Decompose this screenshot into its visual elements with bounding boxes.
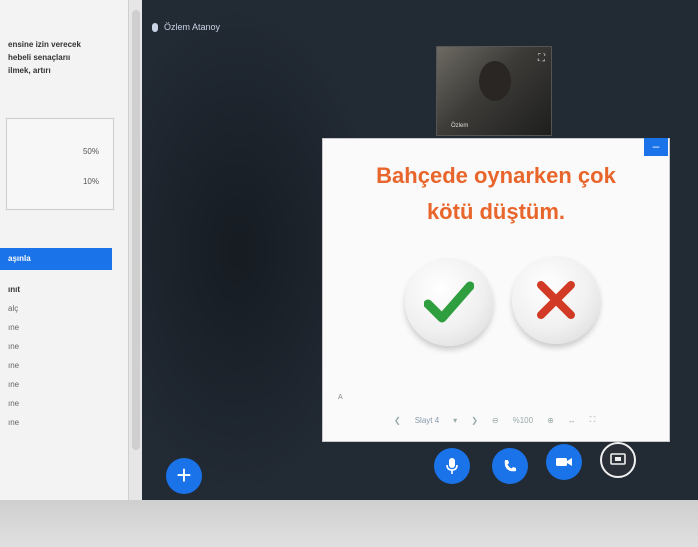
- poll-question-line: hebeli senaçlarıı: [8, 53, 71, 62]
- sidebar-panel: ensine izin verecek hebeli senaçlarıı il…: [0, 0, 129, 500]
- video-camera-icon: [556, 458, 572, 466]
- presenter-label: Özlem Atanoy: [152, 22, 220, 32]
- chevron-down-icon[interactable]: ▾: [453, 416, 457, 425]
- cross-answer-button[interactable]: [512, 256, 600, 344]
- phone-icon: [504, 460, 516, 472]
- slide-sentence-line: Bahçede oynarken çok: [376, 163, 616, 188]
- presenter-name: Özlem Atanoy: [164, 22, 221, 32]
- poll-result-percent: 10%: [82, 177, 99, 186]
- sidebar-item[interactable]: ınıt: [8, 280, 108, 299]
- sidebar-list: ınıt alç ıne ıne ıne ıne ıne ıne: [8, 280, 108, 432]
- poll-question-line: ensine izin verecek: [8, 40, 81, 49]
- fit-width-icon[interactable]: ↔: [568, 416, 576, 425]
- sidebar-item[interactable]: alç: [8, 299, 108, 318]
- microphone-icon: [152, 22, 158, 32]
- slide-navigation-bar: ❮ Slayt 4 ▾ ❯ ⊖ %100 ⊕ ↔ ⛶: [334, 404, 666, 436]
- check-icon: [424, 281, 474, 323]
- sidebar-item[interactable]: ıne: [8, 375, 108, 394]
- webcam-person: [479, 61, 511, 101]
- slide-sentence: Bahçede oynarken çok kötü düştüm.: [334, 158, 658, 230]
- close-icon: [537, 281, 575, 319]
- fullscreen-icon[interactable]: ⛶: [590, 415, 596, 425]
- webcam-name: Özlem: [451, 123, 469, 129]
- minimize-slide-button[interactable]: –: [644, 138, 668, 156]
- sidebar-scrollbar[interactable]: [128, 0, 143, 500]
- sidebar-item[interactable]: ıne: [8, 337, 108, 356]
- microphone-icon: [446, 458, 458, 474]
- screen-bezel: [0, 500, 698, 547]
- zoom-in-icon[interactable]: ⊕: [547, 416, 554, 425]
- slide-select[interactable]: Slayt 4: [415, 416, 439, 425]
- screen-share-icon: [610, 453, 626, 465]
- screen-share-button[interactable]: [600, 442, 636, 478]
- sidebar-item-active[interactable]: aşınla: [0, 248, 112, 270]
- previous-slide-icon[interactable]: ❮: [394, 416, 401, 425]
- sidebar-item[interactable]: ıne: [8, 413, 108, 432]
- webcam-thumbnail[interactable]: Özlem ⛶: [436, 46, 552, 136]
- poll-question: ensine izin verecek hebeli senaçlarıı il…: [8, 38, 120, 77]
- zoom-value: %100: [512, 415, 534, 425]
- add-action-button[interactable]: +: [166, 458, 202, 494]
- phone-button[interactable]: [492, 448, 528, 484]
- slide-sentence-line: kötü düştüm.: [426, 199, 566, 224]
- video-camera-button[interactable]: [546, 444, 582, 480]
- scrollbar-thumb[interactable]: [132, 10, 140, 450]
- mute-microphone-button[interactable]: [434, 448, 470, 484]
- poll-result-percent: 50%: [82, 147, 99, 156]
- sidebar-item[interactable]: ıne: [8, 356, 108, 375]
- fullscreen-icon[interactable]: ⛶: [538, 53, 545, 64]
- check-answer-button[interactable]: [405, 258, 493, 346]
- poll-results-box: 50% 10%: [6, 118, 114, 210]
- sidebar-item[interactable]: ıne: [8, 394, 108, 413]
- sidebar-item[interactable]: ıne: [8, 318, 108, 337]
- slide-corner-label: A: [338, 394, 343, 401]
- next-slide-icon[interactable]: ❯: [471, 416, 478, 425]
- poll-question-line: ilmek, artırı: [8, 66, 51, 75]
- zoom-out-icon[interactable]: ⊖: [492, 416, 499, 425]
